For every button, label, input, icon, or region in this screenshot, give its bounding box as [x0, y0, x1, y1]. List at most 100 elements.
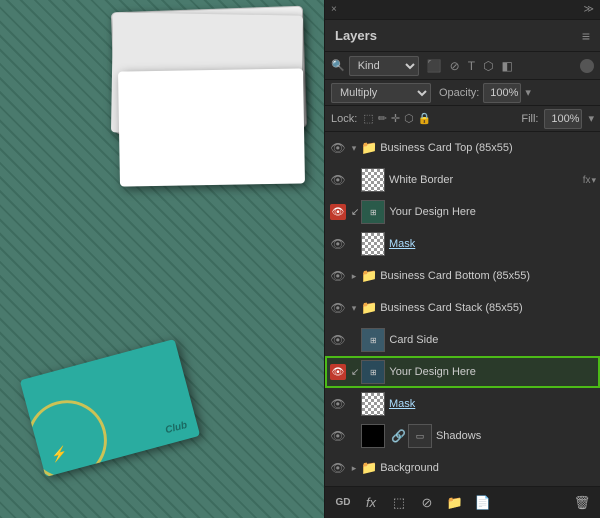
filter-type-icons: ⬛ ⊘ T ⬡ ◧	[425, 58, 515, 74]
fx-badge-white-border: fx	[583, 175, 591, 186]
eye-icon: 👁	[330, 333, 345, 347]
delete-layer-button[interactable]: 🗑	[572, 493, 592, 513]
layer-mask-1[interactable]: 👁 Mask	[325, 228, 600, 260]
lock-row: Lock: ⬚ ✏ ✛ ⬡ 🔒 Fill: ▾	[325, 106, 600, 132]
blend-mode-select[interactable]: Multiply Normal Screen	[331, 83, 431, 103]
layer-business-card-stack[interactable]: 👁 ▾ 📁 Business Card Stack (85x55)	[325, 292, 600, 324]
layer-white-border[interactable]: 👁 White Border fx ▾	[325, 164, 600, 196]
layers-list: 👁 ▾ 📁 Business Card Top (85x55) 👁 White …	[325, 132, 600, 486]
layer-name-card-side: Card Side	[389, 334, 596, 346]
eye-icon: 👁	[330, 269, 345, 283]
panel-title: Layers	[335, 28, 377, 43]
eye-business-card-top[interactable]: 👁	[329, 139, 347, 157]
lock-pixels-btn[interactable]: ✏	[378, 112, 387, 125]
layers-panel: × ≫ Layers ≡ 🔍 Kind Name Effect ⬛ ⊘ T ⬡ …	[324, 0, 600, 518]
eye-card-side[interactable]: 👁	[329, 331, 347, 349]
layer-card-side[interactable]: 👁 ↙ ⊞ Card Side	[325, 324, 600, 356]
clip-icon-2: ↙	[351, 367, 359, 378]
eye-mask-1[interactable]: 👁	[329, 235, 347, 253]
adjustment-button[interactable]: ⊘	[417, 493, 437, 513]
expand-business-card-stack[interactable]: ▾	[347, 301, 361, 315]
new-group-button[interactable]: 📁	[445, 493, 465, 513]
thumb-shadows	[361, 424, 385, 448]
panel-topbar: × ≫	[325, 0, 600, 20]
layer-name-business-card-top: Business Card Top (85x55)	[380, 142, 596, 154]
eye-shadows[interactable]: 👁	[329, 427, 347, 445]
filter-pixel-icon[interactable]: ⬛	[425, 58, 444, 74]
filter-row: 🔍 Kind Name Effect ⬛ ⊘ T ⬡ ◧	[325, 52, 600, 80]
eye-icon: 👁	[330, 173, 345, 187]
fill-arrow: ▾	[588, 112, 594, 125]
chain-icon-shadows: 🔗	[391, 429, 406, 443]
eye-icon-red-2: 👁	[330, 364, 346, 380]
layer-business-card-bottom[interactable]: 👁 ▸ 📁 Business Card Bottom (85x55)	[325, 260, 600, 292]
lock-position-btn[interactable]: ✛	[391, 112, 400, 125]
blend-mode-row: Multiply Normal Screen Opacity: ▾	[325, 80, 600, 106]
expand-background[interactable]: ▸	[347, 461, 361, 475]
filter-toggle[interactable]	[580, 59, 594, 73]
opacity-arrow: ▾	[525, 86, 531, 99]
eye-mask-2[interactable]: 👁	[329, 395, 347, 413]
layer-background[interactable]: 👁 ▸ 📁 Background	[325, 452, 600, 484]
layer-name-business-card-bottom: Business Card Bottom (85x55)	[380, 270, 596, 282]
folder-icon: 📁	[361, 300, 377, 316]
layer-your-design-here-2[interactable]: 👁 ↙ ⊞ Your Design Here	[325, 356, 600, 388]
opacity-input[interactable]	[483, 83, 521, 103]
filter-search-icon: 🔍	[331, 59, 345, 72]
eye-background[interactable]: 👁	[329, 459, 347, 477]
card-stack	[104, 10, 304, 190]
filter-text-icon[interactable]: T	[466, 58, 477, 74]
eye-your-design-1[interactable]: 👁	[329, 203, 347, 221]
eye-icon: 👁	[330, 141, 345, 155]
eye-icon-red: 👁	[330, 204, 346, 220]
eye-icon: 👁	[330, 461, 345, 475]
panel-close-button[interactable]: ×	[331, 4, 337, 15]
eye-business-card-bottom[interactable]: 👁	[329, 267, 347, 285]
thumb-white-border	[361, 168, 385, 192]
layer-name-your-design-2: Your Design Here	[389, 366, 596, 378]
lock-all-btn[interactable]: 🔒	[418, 112, 432, 125]
panel-options-button[interactable]: ≡	[582, 28, 590, 44]
lock-transparent-btn[interactable]: ⬚	[363, 112, 373, 125]
thumb-your-design-1: ⊞	[361, 200, 385, 224]
layer-name-business-card-stack: Business Card Stack (85x55)	[380, 302, 596, 314]
thumb-shadows-mask: ▭	[408, 424, 432, 448]
expand-business-card-bottom[interactable]: ▸	[347, 269, 361, 283]
layer-name-mask-1: Mask	[389, 238, 596, 250]
layer-name-your-design-1: Your Design Here	[389, 206, 596, 218]
thumb-mask-1	[361, 232, 385, 256]
filter-shape-icon[interactable]: ⬡	[481, 58, 495, 74]
new-layer-button[interactable]: 📄	[473, 493, 493, 513]
canvas-area: ⚡ Club	[0, 0, 324, 518]
link-button[interactable]: GD	[333, 493, 353, 513]
clip-icon-1: ↙	[351, 207, 359, 218]
layer-business-card-top[interactable]: 👁 ▾ 📁 Business Card Top (85x55)	[325, 132, 600, 164]
opacity-label: Opacity:	[439, 87, 479, 99]
layer-name-mask-2: Mask	[389, 398, 596, 410]
fx-arrow-white-border: ▾	[591, 175, 596, 186]
fill-label: Fill:	[521, 113, 538, 125]
layer-your-design-here-1[interactable]: 👁 ↙ ⊞ Your Design Here	[325, 196, 600, 228]
eye-business-card-stack[interactable]: 👁	[329, 299, 347, 317]
add-mask-button[interactable]: ⬚	[389, 493, 409, 513]
layer-mask-2[interactable]: 👁 Mask	[325, 388, 600, 420]
filter-adjustment-icon[interactable]: ⊘	[448, 58, 462, 74]
eye-white-border[interactable]: 👁	[329, 171, 347, 189]
panel-menu-icon: ≫	[584, 4, 594, 15]
layer-name-shadows: Shadows	[436, 430, 596, 442]
filter-smart-icon[interactable]: ◧	[500, 58, 515, 74]
fill-input[interactable]	[544, 109, 582, 129]
fx-button[interactable]: fx	[361, 493, 381, 513]
folder-icon: 📁	[361, 140, 377, 156]
thumb-card-side: ⊞	[361, 328, 385, 352]
filter-kind-select[interactable]: Kind Name Effect	[349, 56, 419, 76]
card-teal-text: Club	[164, 420, 188, 436]
layer-name-white-border: White Border	[389, 174, 579, 186]
bottom-toolbar: GD fx ⬚ ⊘ 📁 📄 🗑	[325, 486, 600, 518]
lock-artboard-btn[interactable]: ⬡	[404, 112, 414, 125]
eye-icon: 👁	[330, 237, 345, 251]
layer-shadows[interactable]: 👁 🔗 ▭ Shadows	[325, 420, 600, 452]
expand-business-card-top[interactable]: ▾	[347, 141, 361, 155]
panel-header: Layers ≡	[325, 20, 600, 52]
eye-your-design-2[interactable]: 👁	[329, 363, 347, 381]
